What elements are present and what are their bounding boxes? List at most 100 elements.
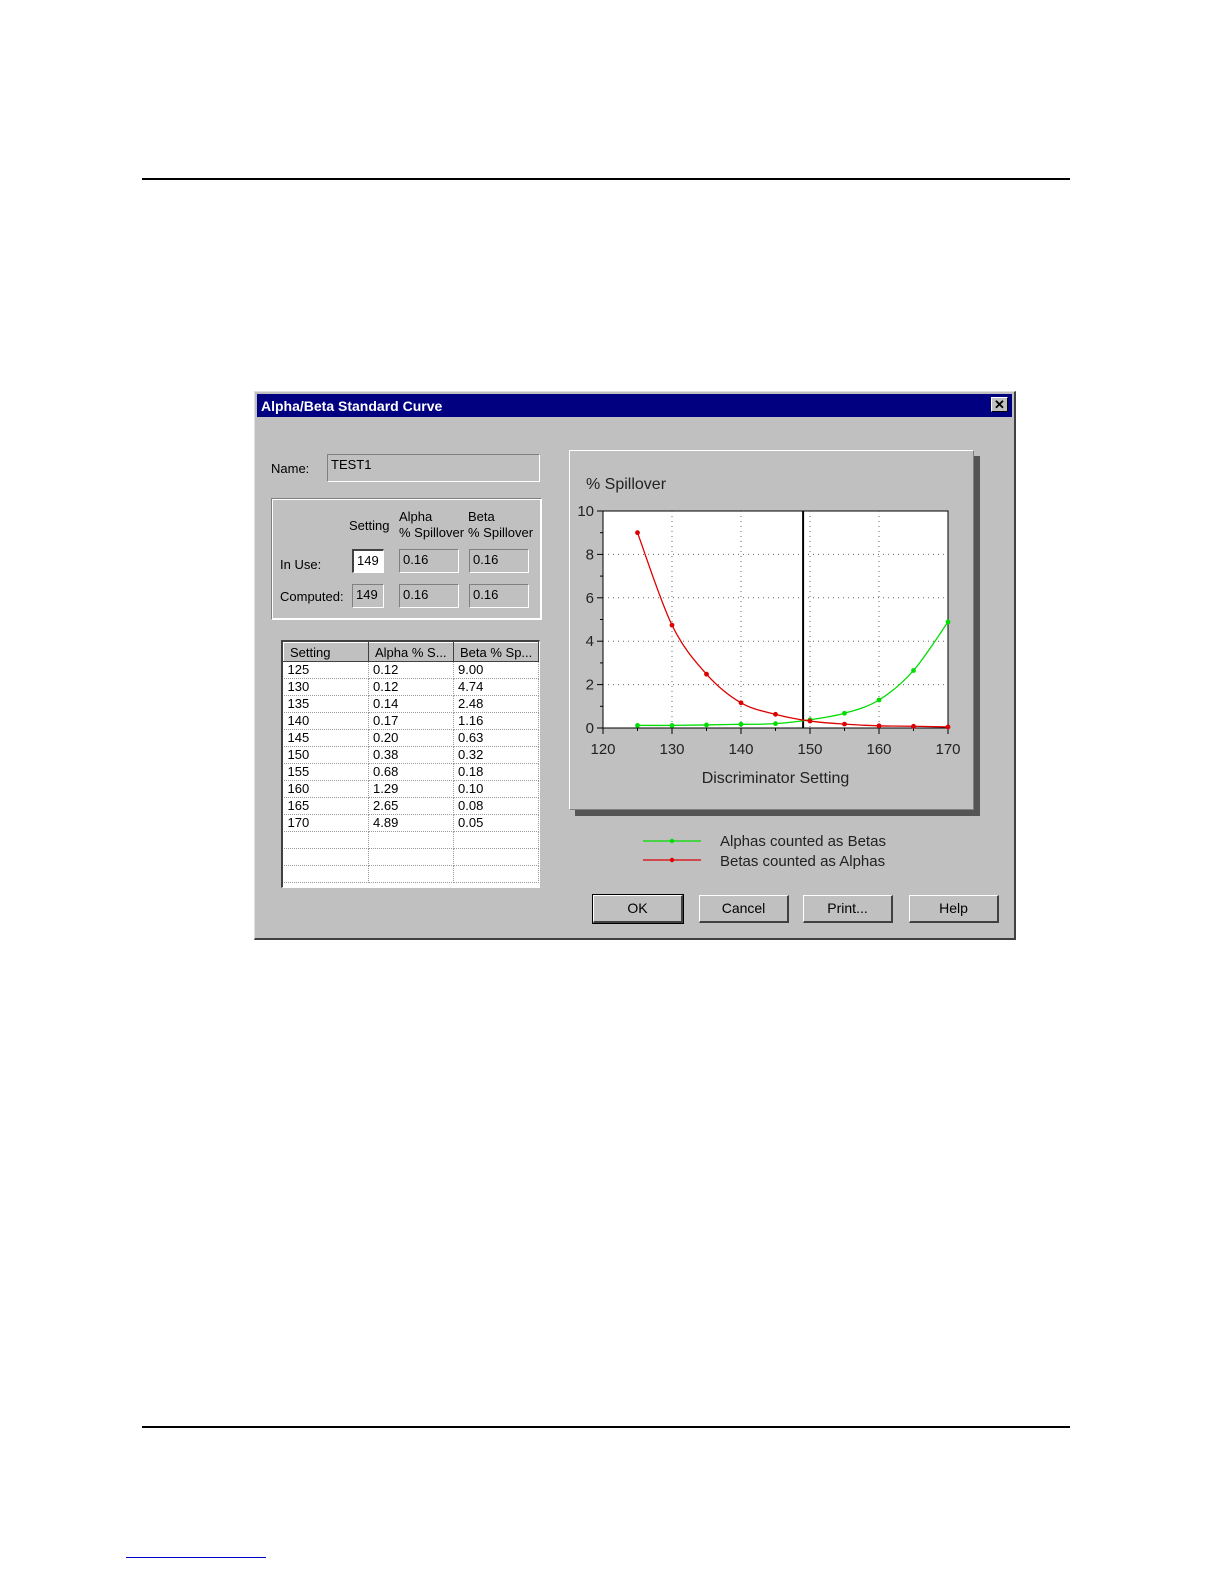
x-tick-label: 150 <box>797 741 822 758</box>
cell-beta: 1.16 <box>453 712 539 730</box>
legend-beta-label: Betas counted as Alphas <box>720 853 886 870</box>
x-tick-label: 120 <box>590 741 615 758</box>
x-tick-label: 130 <box>659 741 684 758</box>
legend-swatches <box>643 838 701 863</box>
cell-setting: 165 <box>283 797 369 815</box>
table-row[interactable]: 135 0.14 2.48 <box>283 695 539 713</box>
table-header-row: Setting Alpha % S... Beta % Sp... <box>283 642 539 662</box>
footer-link-underline[interactable] <box>126 1557 266 1558</box>
empty-cell <box>283 865 369 883</box>
cell-beta: 0.32 <box>453 746 539 764</box>
cell-alpha: 0.38 <box>368 746 454 764</box>
chart-title: % Spillover <box>586 476 667 493</box>
cell-beta: 0.18 <box>453 763 539 781</box>
cell-setting: 170 <box>283 814 369 832</box>
data-point-alpha <box>738 721 744 727</box>
data-point-beta <box>911 723 916 729</box>
cell-alpha: 0.68 <box>368 763 454 781</box>
header-beta[interactable]: Beta % Sp... <box>453 642 539 662</box>
data-point-beta <box>773 711 778 717</box>
cell-beta: 9.00 <box>453 661 539 679</box>
header-setting[interactable]: Setting <box>283 642 369 662</box>
close-icon[interactable]: ✕ <box>991 397 1008 412</box>
empty-cell <box>283 831 369 849</box>
col-setting-header: Setting <box>349 518 390 533</box>
table-row[interactable]: 155 0.68 0.18 <box>283 763 539 781</box>
data-point-beta <box>807 718 813 724</box>
x-tick-label: 160 <box>866 741 891 758</box>
title-bar: Alpha/Beta Standard Curve ✕ <box>257 394 1012 417</box>
empty-table-row <box>283 865 539 883</box>
table-row[interactable]: 140 0.17 1.16 <box>283 712 539 730</box>
table-row[interactable]: 165 2.65 0.08 <box>283 797 539 815</box>
plot-area <box>602 510 949 729</box>
y-tick-label: 0 <box>586 720 594 737</box>
data-point-beta <box>876 723 882 729</box>
table-row[interactable]: 150 0.38 0.32 <box>283 746 539 764</box>
data-point-alpha <box>704 722 709 728</box>
x-axis-label: Discriminator Setting <box>702 770 850 787</box>
cell-alpha: 0.12 <box>368 678 454 696</box>
data-point-beta <box>842 721 847 727</box>
table-row[interactable]: 130 0.12 4.74 <box>283 678 539 696</box>
name-field[interactable]: TEST1 <box>327 454 540 482</box>
in-use-setting-input[interactable]: 149 <box>352 549 384 573</box>
empty-cell <box>283 848 369 866</box>
in-use-beta-field: 0.16 <box>469 549 529 573</box>
page-top-rule <box>142 178 1070 180</box>
col-beta-header-line1: Beta <box>468 509 495 524</box>
cell-beta: 0.63 <box>453 729 539 747</box>
table-row[interactable]: 125 0.12 9.00 <box>283 661 539 679</box>
cell-beta: 4.74 <box>453 678 539 696</box>
computed-label: Computed: <box>280 589 344 604</box>
cell-setting: 130 <box>283 678 369 696</box>
print-button[interactable]: Print... <box>803 895 893 923</box>
data-point-beta <box>635 530 640 536</box>
data-point-alpha <box>773 721 778 727</box>
empty-cell <box>368 831 454 849</box>
cell-alpha: 0.20 <box>368 729 454 747</box>
empty-cell <box>368 865 454 883</box>
cell-alpha: 0.17 <box>368 712 454 730</box>
data-point-alpha <box>876 697 882 703</box>
col-beta-header-line2: % Spillover <box>468 525 534 540</box>
y-tick-label: 2 <box>586 677 594 694</box>
table-row[interactable]: 160 1.29 0.10 <box>283 780 539 798</box>
y-tick-label: 10 <box>577 503 594 520</box>
computed-beta-field: 0.16 <box>469 584 529 608</box>
data-point-alpha <box>635 722 640 728</box>
cell-setting: 135 <box>283 695 369 713</box>
cell-beta: 2.48 <box>453 695 539 713</box>
legend-alpha-label: Alphas counted as Betas <box>720 833 886 850</box>
cell-setting: 145 <box>283 729 369 747</box>
data-point-alpha <box>945 619 951 625</box>
cell-beta: 0.08 <box>453 797 539 815</box>
table-row[interactable]: 145 0.20 0.63 <box>283 729 539 747</box>
empty-cell <box>368 848 454 866</box>
header-alpha[interactable]: Alpha % S... <box>368 642 454 662</box>
ok-button[interactable]: OK <box>592 894 684 924</box>
cell-setting: 160 <box>283 780 369 798</box>
help-button[interactable]: Help <box>909 895 999 923</box>
data-point-beta <box>669 622 675 628</box>
name-label: Name: <box>271 461 310 476</box>
cancel-button[interactable]: Cancel <box>699 895 789 923</box>
cell-setting: 125 <box>283 661 369 679</box>
data-point-beta <box>738 700 744 706</box>
empty-cell <box>453 848 539 866</box>
in-use-alpha-field: 0.16 <box>399 549 459 573</box>
table-row[interactable]: 170 4.89 0.05 <box>283 814 539 832</box>
empty-cell <box>453 831 539 849</box>
standard-curve-dialog: Alpha/Beta Standard Curve ✕ Name: TEST1 … <box>254 391 1016 940</box>
dialog-title: Alpha/Beta Standard Curve <box>261 398 443 414</box>
cell-beta: 0.05 <box>453 814 539 832</box>
col-alpha-header-line2: % Spillover <box>399 525 465 540</box>
computed-alpha-field: 0.16 <box>399 584 459 608</box>
data-point-alpha <box>911 668 916 673</box>
cell-alpha: 0.12 <box>368 661 454 679</box>
spillover-table[interactable]: Setting Alpha % S... Beta % Sp... 125 0.1… <box>281 640 540 888</box>
cell-alpha: 1.29 <box>368 780 454 798</box>
empty-cell <box>453 865 539 883</box>
spillover-chart-panel: 0 2 4 6 8 10 120 130 140 150 160 170 % Spillover Disc… <box>569 450 974 810</box>
y-tick-label: 4 <box>586 633 594 650</box>
